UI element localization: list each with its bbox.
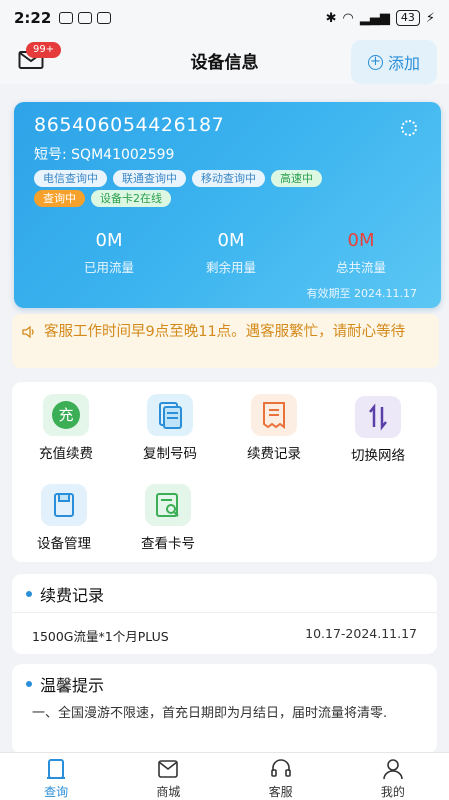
header: 99+ 设备信息 + 添加 — [0, 36, 449, 84]
wifi-icon: ◠ — [342, 10, 354, 26]
total-traffic-value: 0M — [347, 230, 375, 251]
view-card-button[interactable]: 查看卡号 — [118, 484, 218, 552]
mall-icon — [156, 757, 180, 781]
used-traffic-value: 0M — [95, 230, 123, 251]
total-traffic: 0M 总共流量 — [296, 230, 426, 276]
tab-service[interactable]: 客服 — [225, 753, 337, 800]
status-tags-row1: 电信查询中 联通查询中 移动查询中 高速中 — [34, 170, 322, 187]
app-notification-icon — [59, 12, 74, 24]
status-tag-querying: 查询中 — [34, 190, 85, 207]
alarm-icon — [97, 12, 112, 24]
notice-text: 客服工作时间早9点至晚11点。遇客服繁忙，请耐心等待 — [44, 324, 406, 340]
tab-query[interactable]: 查询 — [0, 753, 112, 800]
renewal-section: 续费记录 1500G流量*1个月PLUS 10.17-2024.11.17 — [12, 574, 437, 654]
refresh-icon[interactable] — [401, 120, 417, 136]
recharge-label: 充值续费 — [39, 446, 93, 462]
tab-mall[interactable]: 商城 — [112, 753, 224, 800]
svg-text:充: 充 — [58, 406, 73, 424]
charging-icon: ⚡ — [425, 10, 435, 26]
tab-service-label: 客服 — [268, 785, 293, 799]
status-tags-row2: 查询中 设备卡2在线 — [34, 190, 171, 207]
tips-title: 温馨提示 — [26, 672, 104, 696]
bullet-dot — [26, 681, 32, 687]
view-card-icon — [145, 484, 191, 526]
service-notice: 客服工作时间早9点至晚11点。遇客服繁忙，请耐心等待 — [12, 314, 439, 368]
switch-network-button[interactable]: 切换网络 — [328, 396, 428, 464]
tips-text: 一、全国漫游不限速，首充日期即为月结日，届时流量将清零. — [32, 706, 388, 721]
user-icon — [381, 757, 405, 781]
status-tag-mobile: 移动查询中 — [192, 170, 265, 187]
divider — [12, 612, 437, 613]
status-tag-speed: 高速中 — [271, 170, 322, 187]
tab-mine-label: 我的 — [380, 785, 405, 799]
short-number-value: SQM41002599 — [71, 147, 175, 163]
renewal-period: 10.17-2024.11.17 — [305, 626, 417, 641]
short-number-label: 短号 — [34, 147, 62, 163]
system-icons: ✱ ◠ ▂▄▆ 43 ⚡ — [326, 10, 435, 26]
function-grid: 充 充值续费 复制号码 续费记录 切换网络 设备管理 查看卡号 — [12, 382, 437, 562]
tips-title-text: 温馨提示 — [40, 676, 105, 695]
nfc-icon — [78, 12, 93, 24]
speaker-icon — [22, 325, 34, 339]
renewal-title: 续费记录 — [26, 582, 104, 606]
bluetooth-icon: ✱ — [325, 10, 337, 26]
view-card-label: 查看卡号 — [141, 536, 195, 552]
add-label: 添加 — [387, 54, 420, 73]
copy-number-button[interactable]: 复制号码 — [120, 394, 220, 462]
renewal-record-row[interactable]: 1500G流量*1个月PLUS 10.17-2024.11.17 — [32, 626, 417, 645]
device-card: 865406054426187 短号: SQM41002599 电信查询中 联通… — [14, 102, 441, 308]
device-number: 865406054426187 — [34, 114, 225, 136]
total-traffic-label: 总共流量 — [335, 260, 386, 275]
remaining-traffic: 0M 剩余用量 — [166, 230, 296, 276]
renewal-plan: 1500G流量*1个月PLUS — [32, 629, 169, 644]
device-management-label: 设备管理 — [37, 536, 91, 552]
signal-icon: ▂▄▆ — [359, 10, 390, 26]
plus-circle-icon: + — [367, 54, 383, 70]
tab-mall-label: 商城 — [156, 785, 181, 799]
renewal-records-button[interactable]: 续费记录 — [224, 394, 324, 462]
receipt-icon — [251, 394, 297, 436]
valid-until: 有效期至 2024.11.17 — [306, 287, 417, 300]
battery-icon: 43 — [395, 10, 420, 26]
bullet-dot — [26, 591, 32, 597]
renewal-records-label: 续费记录 — [247, 446, 301, 462]
status-time: 2:22 — [14, 9, 52, 27]
renewal-title-text: 续费记录 — [40, 586, 105, 605]
add-button[interactable]: + 添加 — [351, 40, 437, 84]
tab-mine[interactable]: 我的 — [337, 753, 449, 800]
status-tag-card-online: 设备卡2在线 — [91, 190, 171, 207]
traffic-stats: 0M 已用流量 0M 剩余用量 0M 总共流量 — [14, 230, 441, 290]
remaining-traffic-label: 剩余用量 — [205, 260, 256, 275]
switch-network-label: 切换网络 — [351, 448, 405, 464]
bottom-tab-bar: 查询 商城 客服 我的 — [0, 752, 449, 800]
used-traffic-label: 已用流量 — [83, 260, 134, 275]
device-management-button[interactable]: 设备管理 — [14, 484, 114, 552]
switch-network-icon — [355, 396, 401, 438]
used-traffic: 0M 已用流量 — [44, 230, 174, 276]
tab-query-label: 查询 — [44, 785, 69, 799]
device-icon — [41, 484, 87, 526]
status-tag-telecom: 电信查询中 — [34, 170, 107, 187]
remaining-traffic-value: 0M — [217, 230, 245, 251]
status-bar: 2:22 ✱ ◠ ▂▄▆ 43 ⚡ — [0, 0, 449, 36]
headset-icon — [269, 757, 293, 781]
recharge-button[interactable]: 充 充值续费 — [16, 394, 116, 462]
short-number: 短号: SQM41002599 — [34, 147, 175, 163]
tips-section: 温馨提示 一、全国漫游不限速，首充日期即为月结日，届时流量将清零. — [12, 664, 437, 754]
status-tag-unicom: 联通查询中 — [113, 170, 186, 187]
notification-icons — [59, 12, 112, 24]
copy-icon — [147, 394, 193, 436]
recharge-icon: 充 — [43, 394, 89, 436]
query-icon — [44, 757, 68, 781]
copy-number-label: 复制号码 — [143, 446, 197, 462]
